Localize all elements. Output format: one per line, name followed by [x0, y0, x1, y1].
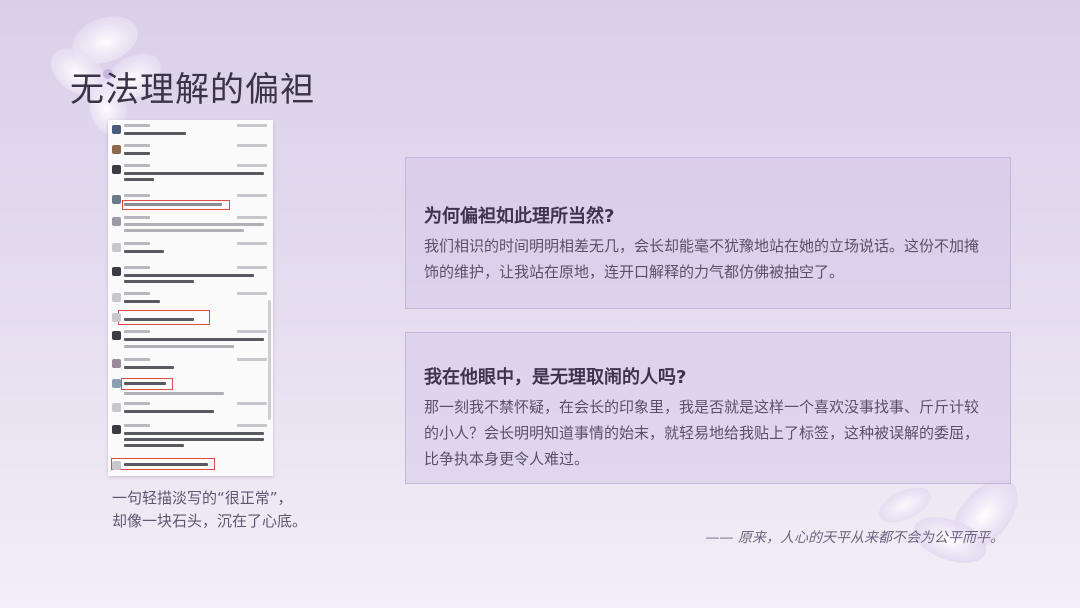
reflection-card-2: 我在他眼中，是无理取闹的人吗? 那一刻我不禁怀疑，在会长的印象里，我是否就是这样…	[405, 332, 1011, 484]
chat-message	[112, 330, 269, 356]
page-title: 无法理解的偏袒	[70, 70, 315, 110]
card-heading: 我在他眼中，是无理取闹的人吗?	[424, 367, 687, 388]
caption-line-2: 却像一块石头，沉在了心底。	[112, 512, 308, 530]
chat-message	[112, 266, 269, 290]
chat-message	[112, 402, 269, 424]
card-body: 那一刻我不禁怀疑，在会长的印象里，我是否就是这样一个喜欢没事找事、斤斤计较的小人…	[424, 398, 980, 468]
chat-scrollbar	[268, 300, 271, 420]
chat-message	[112, 292, 269, 310]
chat-message	[112, 460, 269, 476]
chat-message	[112, 358, 269, 376]
chat-message	[112, 312, 269, 330]
screenshot-caption: 一句轻描淡写的“很正常”， 却像一块石头，沉在了心底。	[112, 487, 307, 533]
chat-message	[112, 164, 269, 192]
chat-message	[112, 216, 269, 240]
card-heading: 为何偏袒如此理所当然?	[424, 206, 615, 227]
highlight-box	[122, 200, 230, 210]
reflection-card-1: 为何偏袒如此理所当然? 我们相识的时间明明相差无几，会长却能毫不犹豫地站在她的立…	[405, 157, 1011, 309]
chat-message	[112, 424, 269, 454]
chat-message	[112, 124, 269, 142]
closing-quote: —— 原来，人心的天平从来都不会为公平而平。	[705, 530, 1004, 546]
chat-screenshot	[108, 120, 273, 476]
caption-line-1: 一句轻描淡写的“很正常”，	[112, 489, 293, 507]
chat-message	[112, 378, 269, 400]
card-body: 我们相识的时间明明相差无几，会长却能毫不犹豫地站在她的立场说话。这份不加掩饰的维…	[424, 237, 980, 281]
chat-message	[112, 144, 269, 162]
chat-message	[112, 242, 269, 260]
